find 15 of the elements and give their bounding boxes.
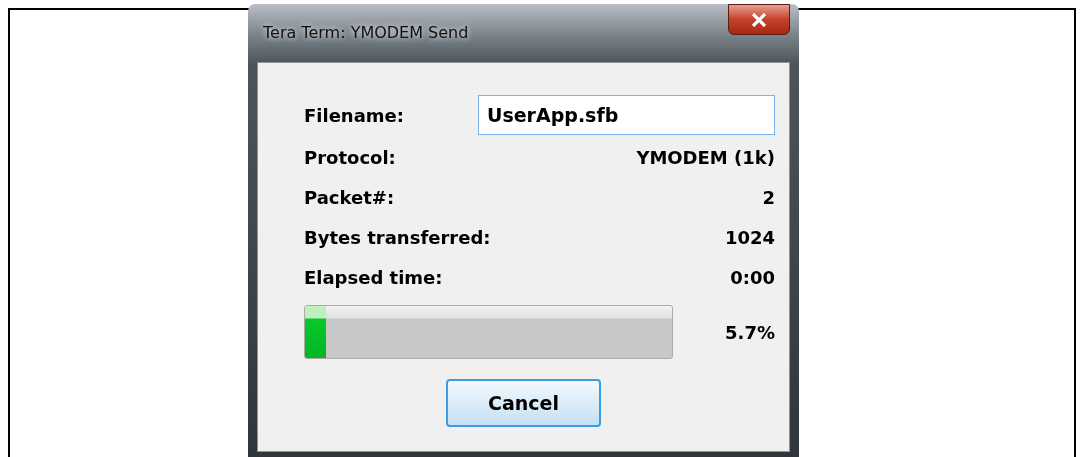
field-value: 0:00: [730, 265, 775, 290]
close-button[interactable]: [728, 4, 790, 35]
field-value: 1024: [724, 225, 775, 250]
progress-reading: 5.7%: [725, 320, 775, 345]
field-label: Packet#:: [304, 185, 395, 210]
field-label: Elapsed time:: [304, 265, 443, 290]
field-label: Bytes transferred:: [304, 225, 491, 250]
window-title: Tera Term: YMODEM Send: [263, 22, 469, 44]
field-value: 2: [762, 185, 775, 210]
field-value: YMODEM (1k): [636, 145, 775, 170]
close-icon: [751, 12, 767, 27]
cancel-button[interactable]: Cancel: [446, 379, 601, 427]
field-label: Filename:: [304, 103, 404, 128]
field-label: Protocol:: [304, 145, 396, 170]
filename-field[interactable]: UserApp.sfb: [478, 95, 775, 135]
